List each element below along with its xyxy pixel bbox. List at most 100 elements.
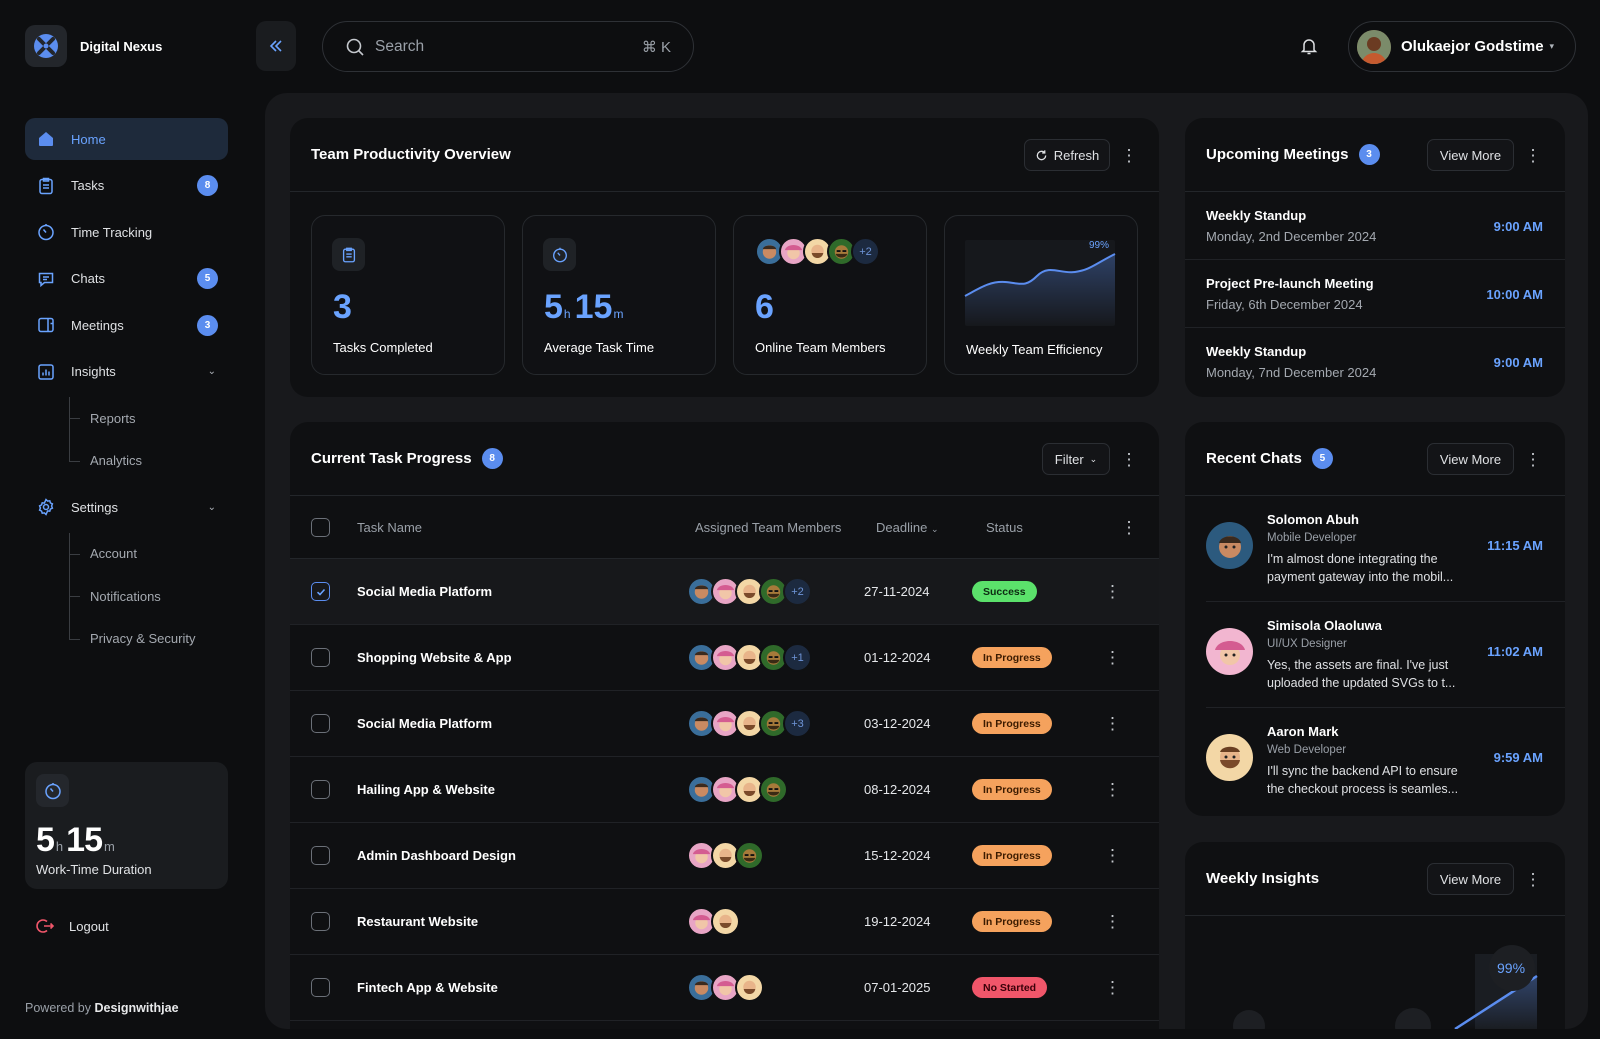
- productivity-header: Team Productivity Overview Refresh ⋮: [290, 118, 1159, 192]
- table-row[interactable]: Hailing App & Website 08-12-2024 In Progre…: [290, 757, 1159, 823]
- task-name[interactable]: Restaurant Website: [357, 914, 478, 929]
- more-members-count[interactable]: +2: [851, 237, 880, 266]
- chat-item[interactable]: Solomon Abuh Mobile Developer I'm almost…: [1206, 496, 1565, 602]
- task-name[interactable]: Admin Dashboard Design: [357, 848, 516, 863]
- row-checkbox[interactable]: [311, 780, 330, 799]
- more-options-icon[interactable]: ⋮: [1104, 912, 1121, 932]
- home-icon: [35, 128, 57, 150]
- table-row[interactable]: Admin Dashboard Design 15-12-2024 In Progr…: [290, 823, 1159, 889]
- subnav-item-privacy[interactable]: Privacy & Security: [69, 618, 228, 661]
- view-more-button[interactable]: View More: [1427, 863, 1514, 895]
- table-row[interactable]: Restaurant Website 19-12-2024 In Progress ⋮: [290, 889, 1159, 955]
- more-options-icon[interactable]: ⋮: [1104, 846, 1121, 866]
- subnav-item-analytics[interactable]: Analytics: [69, 440, 228, 483]
- task-name[interactable]: Shopping Website & App: [357, 650, 512, 665]
- search-bar[interactable]: Search ⌘ K: [322, 21, 694, 72]
- chat-item[interactable]: Aaron Mark Web Developer I'll sync the b…: [1206, 708, 1565, 814]
- more-members-count[interactable]: +2: [783, 577, 812, 606]
- assigned-members: +1: [687, 643, 812, 672]
- logout-button[interactable]: Logout: [35, 916, 109, 936]
- refresh-button[interactable]: Refresh: [1024, 139, 1110, 171]
- avatar: [735, 841, 764, 870]
- clipboard-icon: [332, 238, 365, 271]
- subnav-item-reports[interactable]: Reports: [69, 397, 228, 440]
- collapse-sidebar-button[interactable]: [256, 21, 296, 71]
- task-deadline: 15-12-2024: [864, 848, 931, 863]
- table-row[interactable]: Social Media Platform +3 03-12-2024 In Prog…: [290, 691, 1159, 757]
- task-name[interactable]: Social Media Platform: [357, 584, 492, 599]
- view-more-button[interactable]: View More: [1427, 139, 1514, 171]
- sidebar-item-home[interactable]: Home: [25, 118, 228, 160]
- table-row[interactable]: Social Media Platform +2 27-11-2024 Success…: [290, 559, 1159, 625]
- column-assigned-members: Assigned Team Members: [695, 519, 842, 535]
- more-members-count[interactable]: +1: [783, 643, 812, 672]
- more-options-icon[interactable]: ⋮: [1104, 714, 1121, 734]
- more-members-count[interactable]: +3: [783, 709, 812, 738]
- filter-button[interactable]: Filter ⌄: [1042, 443, 1110, 475]
- worktime-card: 5 h 15 m Work-Time Duration: [25, 762, 228, 889]
- more-options-icon[interactable]: ⋮: [1523, 447, 1543, 471]
- more-options-icon[interactable]: ⋮: [1523, 143, 1543, 167]
- more-options-icon[interactable]: ⋮: [1104, 978, 1121, 998]
- avg-hours: 5: [544, 288, 563, 326]
- chat-sender-name: Simisola Olaoluwa: [1267, 618, 1382, 633]
- sidebar-item-chats[interactable]: Chats 5: [25, 258, 228, 300]
- view-more-button[interactable]: View More: [1427, 443, 1514, 475]
- card-title: Upcoming Meetings: [1206, 146, 1349, 163]
- row-checkbox[interactable]: [311, 714, 330, 733]
- clipboard-icon: [35, 175, 57, 197]
- chat-sender-role: Web Developer: [1267, 744, 1347, 756]
- sidebar-item-insights[interactable]: Insights ⌄: [25, 351, 228, 393]
- task-name[interactable]: Social Media Platform: [357, 716, 492, 731]
- chat-message-preview: I'm almost done integrating the payment …: [1267, 552, 1454, 584]
- sidebar-item-settings[interactable]: Settings ⌄: [25, 486, 228, 528]
- table-row[interactable]: Fintech App & Website 07-01-2025 No Starte…: [290, 955, 1159, 1021]
- column-deadline[interactable]: Deadline ⌄: [876, 520, 939, 535]
- row-checkbox[interactable]: [311, 846, 330, 865]
- card-title: Recent Chats: [1206, 450, 1302, 467]
- avatar: [1206, 628, 1253, 675]
- select-all-checkbox[interactable]: [311, 517, 330, 537]
- task-name[interactable]: Fintech App & Website: [357, 980, 498, 995]
- stat-online-members: +2 6 Online Team Members: [733, 215, 927, 375]
- assigned-members: +3: [687, 709, 812, 738]
- search-input[interactable]: Search: [375, 38, 642, 56]
- chat-item[interactable]: Simisola Olaoluwa UI/UX Designer Yes, th…: [1206, 602, 1565, 708]
- meetings-count-badge: 3: [197, 314, 218, 336]
- stat-label: Weekly Team Efficiency: [966, 342, 1103, 357]
- subnav-item-account[interactable]: Account: [69, 533, 228, 576]
- row-checkbox[interactable]: [311, 648, 330, 667]
- worktime-hours-unit: h: [55, 839, 63, 854]
- more-options-icon[interactable]: ⋮: [1523, 867, 1543, 891]
- notification-bell-icon[interactable]: [1296, 33, 1322, 59]
- powered-brand[interactable]: Designwithjae: [94, 1001, 178, 1015]
- chats-header: Recent Chats 5 View More ⋮: [1185, 422, 1565, 496]
- more-options-icon[interactable]: ⋮: [1104, 648, 1121, 668]
- row-checkbox[interactable]: [311, 582, 330, 601]
- brand[interactable]: Digital Nexus: [25, 25, 162, 67]
- chevron-down-icon[interactable]: ⌄: [208, 502, 216, 513]
- sidebar-item-time-tracking[interactable]: Time Tracking: [25, 211, 228, 253]
- more-options-icon[interactable]: ⋮: [1104, 582, 1121, 602]
- subnav-item-notifications[interactable]: Notifications: [69, 575, 228, 618]
- sidebar-item-meetings[interactable]: Meetings 3: [25, 304, 228, 346]
- meeting-item[interactable]: Project Pre-launch Meeting Friday, 6th D…: [1185, 260, 1565, 328]
- more-options-icon[interactable]: ⋮: [1119, 515, 1139, 539]
- sidebar-item-tasks[interactable]: Tasks 8: [25, 165, 228, 207]
- brand-logo-icon: [25, 25, 67, 67]
- more-options-icon[interactable]: ⋮: [1119, 447, 1139, 471]
- row-checkbox[interactable]: [311, 912, 330, 931]
- sidebar-item-label: Home: [71, 131, 106, 147]
- more-options-icon[interactable]: ⋮: [1104, 780, 1121, 800]
- stat-value: 6: [755, 288, 774, 326]
- meeting-item[interactable]: Weekly Standup Monday, 2nd December 2024…: [1185, 192, 1565, 260]
- meeting-item[interactable]: Weekly Standup Monday, 7nd December 2024…: [1185, 328, 1565, 396]
- status-badge: No Started: [972, 977, 1048, 998]
- more-options-icon[interactable]: ⋮: [1119, 143, 1139, 167]
- chart-icon: [35, 361, 57, 383]
- row-checkbox[interactable]: [311, 978, 330, 997]
- task-name[interactable]: Hailing App & Website: [357, 782, 495, 797]
- table-row[interactable]: Shopping Website & App +1 01-12-2024 In Pro…: [290, 625, 1159, 691]
- user-menu[interactable]: Olukaejor Godstime ▾: [1348, 21, 1576, 72]
- chevron-down-icon[interactable]: ⌄: [208, 366, 216, 377]
